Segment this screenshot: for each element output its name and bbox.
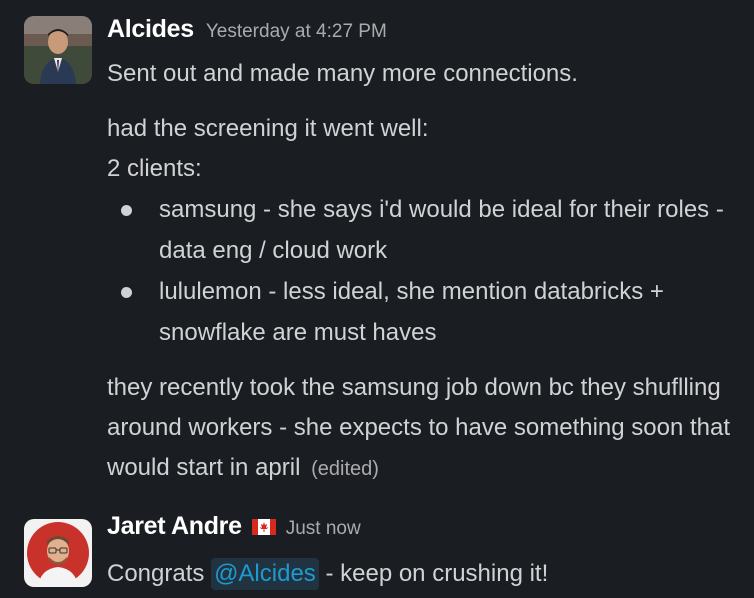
- avatar-jaret-andre-image: [24, 519, 92, 587]
- avatar-alcides-image: [24, 16, 92, 84]
- message-body: Sent out and made many more connections.…: [107, 54, 730, 489]
- canada-flag-icon: [251, 519, 276, 535]
- user-mention[interactable]: @Alcides: [211, 558, 319, 590]
- edited-label: (edited): [311, 458, 379, 480]
- avatar-jaret-andre[interactable]: [24, 519, 92, 587]
- message-text: Congrats: [107, 560, 212, 587]
- message-line: 2 clients:: [107, 155, 202, 182]
- sender-name[interactable]: Alcides: [107, 15, 194, 44]
- bullet-item: lululemon - less ideal, she mention data…: [107, 271, 730, 353]
- bullet-item: samsung - she says i'd would be ideal fo…: [107, 189, 730, 271]
- message-line: had the screening it went well:: [107, 115, 429, 142]
- message-line: Sent out and made many more connections.: [107, 60, 578, 87]
- message-timestamp[interactable]: Yesterday at 4:27 PM: [206, 21, 387, 43]
- message-line: Congrats @Alcides - keep on crushing it!: [107, 554, 730, 594]
- avatar-alcides[interactable]: [24, 16, 92, 84]
- message-body: Congrats @Alcides - keep on crushing it!: [107, 554, 730, 594]
- message-line-text: they recently took the samsung job down …: [107, 374, 731, 481]
- message-line: they recently took the samsung job down …: [107, 368, 730, 489]
- bullet-list: samsung - she says i'd would be ideal fo…: [107, 189, 730, 353]
- message-timestamp[interactable]: Just now: [286, 518, 361, 540]
- message-text: - keep on crushing it!: [318, 560, 549, 587]
- sender-name[interactable]: Jaret Andre: [107, 512, 242, 541]
